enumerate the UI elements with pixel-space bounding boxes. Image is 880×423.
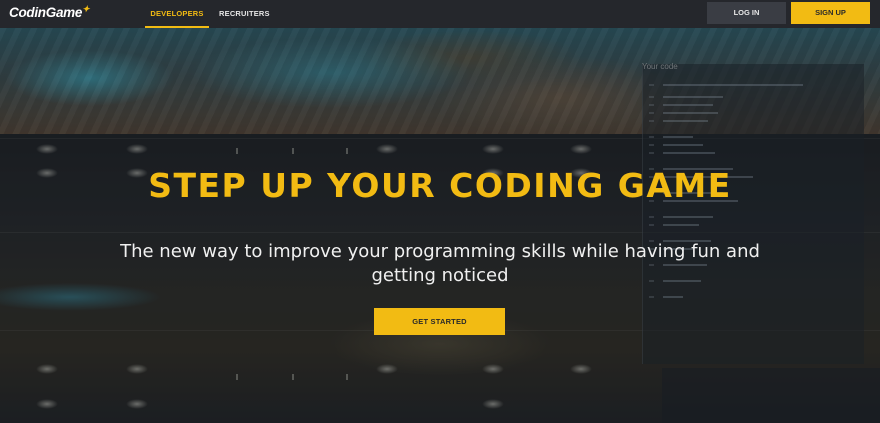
signup-button[interactable]: SIGN UP: [791, 2, 870, 24]
logo-text: CodinGame: [9, 5, 83, 20]
top-navigation-bar: CodinGame✦ DEVELOPERS RECRUITERS LOG IN …: [0, 0, 880, 28]
logo-accent-icon: ✦: [82, 4, 90, 14]
hero-section: Your code STEP UP YOUR CODING GAME The n…: [0, 28, 880, 423]
hero-overlay: [0, 28, 880, 423]
hero-subheadline: The new way to improve your programming …: [120, 241, 760, 286]
get-started-button[interactable]: GET STARTED: [374, 308, 505, 335]
hero-headline: STEP UP YOUR CODING GAME: [148, 166, 732, 205]
nav-tab-recruiters[interactable]: RECRUITERS: [219, 0, 270, 28]
nav-tab-developers[interactable]: DEVELOPERS: [145, 0, 209, 28]
codingame-logo[interactable]: CodinGame✦: [9, 4, 90, 20]
login-button[interactable]: LOG IN: [707, 2, 786, 24]
